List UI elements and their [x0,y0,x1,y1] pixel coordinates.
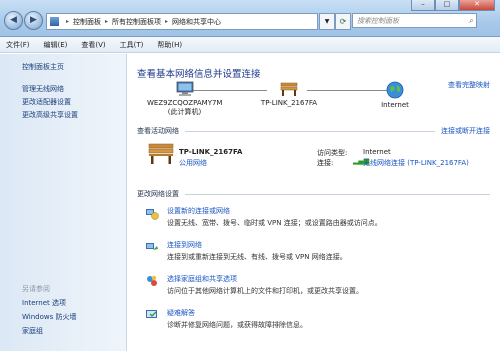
sidebar-item-advanced-sharing[interactable]: 更改高级共享设置 [22,110,78,120]
close-button[interactable]: ✕ [459,0,495,11]
breadcrumb-1[interactable]: 所有控制面板项 [112,17,161,27]
connect-network-icon [146,243,158,250]
see-also-heading: 另请参阅 [22,285,50,293]
map-computer[interactable]: WEZ9ZCQOZPAMY7M (此计算机) [147,81,222,117]
task-title[interactable]: 连接到网络 [167,240,202,250]
divider [185,130,435,132]
computer-subtitle: (此计算机) [167,108,202,116]
chevron-right-icon: ▸ [105,18,109,25]
computer-name: WEZ9ZCQOZPAMY7M [147,99,223,107]
computer-icon [176,81,193,96]
bench-icon [148,143,174,164]
page-title: 查看基本网络信息并设置连接 [137,69,261,80]
address-bar[interactable]: ▸ 控制面板 ▸ 所有控制面板项 ▸ 网络和共享中心 [46,13,318,30]
main-content: 查看基本网络信息并设置连接 查看完整映射 WEZ9ZCQOZPAMY7M (此计… [127,54,500,351]
menu-file[interactable]: 文件(F) [6,40,30,50]
globe-icon [386,81,404,99]
task-desc: 访问位于其他网络计算机上的文件和打印机，或更改共享设置。 [167,287,363,295]
network-setup-icon [146,209,159,220]
connect-disconnect-link[interactable]: 连接或断开连接 [441,126,500,136]
troubleshoot-icon [146,310,157,318]
change-settings-title: 更改网络设置 [137,190,179,198]
task-title[interactable]: 选择家庭组和共享选项 [167,274,237,284]
sidebar-item-internet-options[interactable]: Internet 选项 [22,298,66,308]
menu-view[interactable]: 查看(V) [81,40,105,50]
network-type-link[interactable]: 公用网络 [179,158,207,168]
active-networks-header: 查看活动网络 连接或断开连接 [127,126,500,136]
sidebar-item-homegroup[interactable]: 家庭组 [22,326,43,336]
search-input[interactable]: 搜索控制面板 ⌕ [352,13,477,28]
minimize-button[interactable]: – [411,0,435,11]
breadcrumb-2[interactable]: 网络和共享中心 [172,17,221,27]
bench-icon [280,82,298,96]
address-dropdown-button[interactable]: ▼ [319,13,335,30]
menu-bar: 文件(F) 编辑(E) 查看(V) 工具(T) 帮助(H) [0,37,500,53]
sidebar-item-control-panel-home[interactable]: 控制面板主页 [22,62,64,72]
task-title[interactable]: 设置新的连接或网络 [167,206,230,216]
internet-label: Internet [381,101,409,109]
sidebar: 控制面板主页 管理无线网络 更改适配器设置 更改高级共享设置 另请参阅 Inte… [0,54,127,351]
window-controls: – □ ✕ [411,0,495,11]
control-panel-icon [50,17,59,26]
access-type-value: Internet [363,148,391,156]
title-bar: – □ ✕ ◀ ▶ ▸ 控制面板 ▸ 所有控制面板项 ▸ 网络和共享中心 ▼ ⟳… [0,0,500,37]
search-icon: ⌕ [468,16,473,25]
chevron-right-icon: ▸ [66,18,70,25]
change-settings-header: 更改网络设置 [127,189,500,199]
menu-help[interactable]: 帮助(H) [157,40,182,50]
sidebar-item-manage-wireless[interactable]: 管理无线网络 [22,84,64,94]
task-desc: 诊断并修复网络问题，或获得故障排除信息。 [167,321,307,329]
menu-tools[interactable]: 工具(T) [120,40,144,50]
full-map-link[interactable]: 查看完整映射 [448,80,490,90]
map-network[interactable]: TP-LINK_2167FA [249,81,329,107]
divider [185,193,490,195]
active-networks-title: 查看活动网络 [137,127,179,135]
task-desc: 连接到或重新连接到无线、有线、拨号或 VPN 网络连接。 [167,253,347,261]
search-placeholder: 搜索控制面板 [357,16,399,25]
task-title[interactable]: 疑难解答 [167,308,195,318]
maximize-button[interactable]: □ [435,0,459,11]
connection-label: 连接: [317,159,334,167]
access-type-label: 访问类型: [317,149,348,157]
breadcrumb-0[interactable]: 控制面板 [73,17,101,27]
homegroup-icon [147,275,157,286]
map-internet[interactable]: Internet [365,81,425,109]
connection-link[interactable]: 无线网络连接 (TP-LINK_2167FA) [363,158,469,168]
active-network-name: TP-LINK_2167FA [179,148,243,156]
sidebar-item-windows-firewall[interactable]: Windows 防火墙 [22,312,76,322]
sidebar-item-adapter-settings[interactable]: 更改适配器设置 [22,97,71,107]
menu-edit[interactable]: 编辑(E) [44,40,68,50]
chevron-right-icon: ▸ [165,18,169,25]
refresh-icon[interactable]: ⟳ [335,13,351,30]
forward-button[interactable]: ▶ [24,11,43,30]
network-map-name: TP-LINK_2167FA [260,99,318,107]
back-button[interactable]: ◀ [4,11,23,30]
task-desc: 设置无线、宽带、拨号、临时或 VPN 连接；或设置路由器或访问点。 [167,219,382,227]
